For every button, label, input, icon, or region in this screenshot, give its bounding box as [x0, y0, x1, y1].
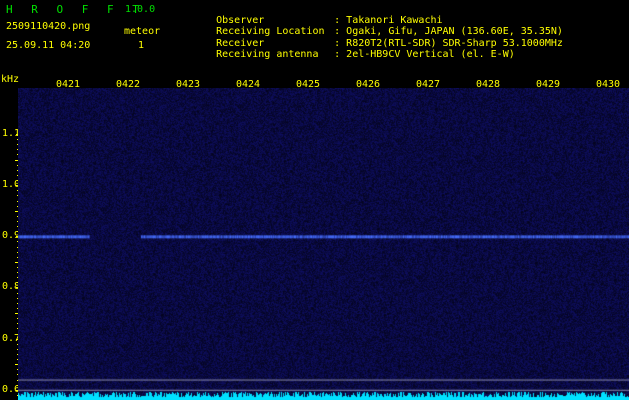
info-colon: :	[334, 49, 347, 60]
info-label: Receiving antenna	[216, 49, 319, 60]
info-value: 2el-HB9CV Vertical (el. E-W)	[346, 49, 515, 60]
app-version: 1.0.0	[125, 4, 156, 15]
info-row-antenna: Receiving antenna: 2el-HB9CV Vertical (e…	[180, 40, 515, 70]
file-name: 2509110420.png	[6, 21, 91, 32]
spectrogram-canvas	[18, 88, 629, 400]
spectrogram-area	[18, 88, 629, 400]
y-axis-unit: kHz	[1, 74, 20, 85]
observation-timestamp: 25.09.11 04:20	[6, 40, 91, 51]
meteor-label: meteor	[124, 26, 161, 37]
hrofft-window: H R O F F T 1.0.0 2509110420.png 25.09.1…	[0, 0, 629, 400]
meteor-count: 1	[138, 40, 145, 51]
